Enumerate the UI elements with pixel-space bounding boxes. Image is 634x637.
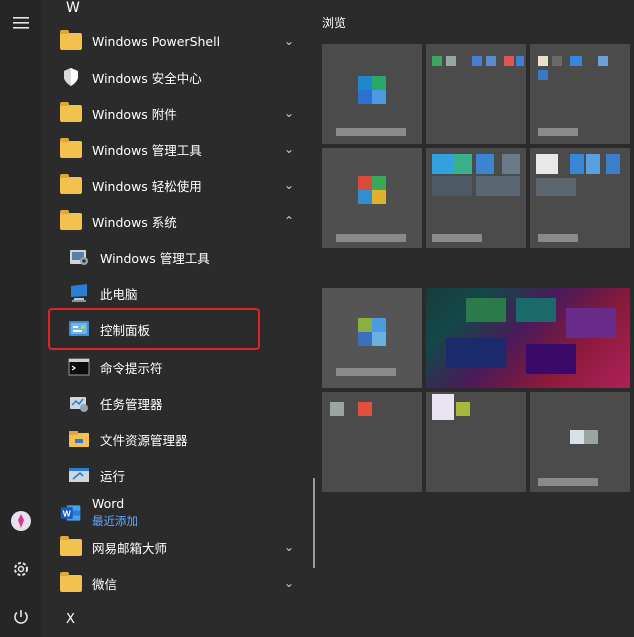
- folder-icon: [60, 571, 82, 593]
- folder-icon: [60, 137, 82, 159]
- tile[interactable]: [530, 148, 630, 248]
- app-label: 网易邮箱大师: [92, 540, 168, 556]
- control-panel-highlight: [48, 308, 260, 350]
- chevron-down-icon: ⌄: [284, 106, 295, 120]
- app-label: Windows PowerShell: [92, 33, 221, 49]
- app-task-manager[interactable]: 任务管理器: [42, 385, 304, 421]
- tile[interactable]: [426, 288, 630, 388]
- tile[interactable]: [322, 288, 422, 388]
- app-label: Windows 管理工具: [100, 250, 210, 266]
- section-title: 浏览: [322, 16, 347, 30]
- chevron-down-icon: ⌄: [284, 178, 295, 192]
- app-command-prompt[interactable]: 命令提示符: [42, 349, 304, 385]
- app-label: 此电脑: [100, 286, 138, 302]
- command-prompt-icon: [68, 357, 90, 377]
- svg-text:W: W: [63, 508, 71, 518]
- app-label: Word: [92, 496, 125, 511]
- app-label: Windows 轻松使用: [92, 178, 202, 194]
- tile[interactable]: [426, 44, 526, 144]
- app-label: 微信: [92, 576, 118, 592]
- tile[interactable]: [322, 148, 422, 248]
- app-label: Windows 附件: [92, 106, 177, 122]
- user-avatar-icon[interactable]: [6, 506, 36, 536]
- word-icon: W: [60, 503, 82, 523]
- folder-icon: [60, 101, 82, 123]
- task-manager-icon: [68, 393, 90, 413]
- app-label: 命令提示符: [100, 360, 163, 376]
- run-icon: [68, 465, 90, 485]
- app-this-pc[interactable]: 此电脑: [42, 275, 304, 311]
- app-folder-wechat[interactable]: 微信 ⌄: [42, 565, 304, 601]
- chevron-down-icon: ⌄: [284, 34, 295, 48]
- app-label: 运行: [100, 468, 126, 484]
- tile[interactable]: [322, 392, 422, 492]
- app-label: Windows 系统: [92, 214, 177, 230]
- app-label: 任务管理器: [100, 396, 163, 412]
- app-folder-windows-system[interactable]: Windows 系统 ⌃: [42, 203, 304, 239]
- chevron-up-icon: ⌃: [284, 214, 295, 228]
- app-folder-windows-ease-of-access[interactable]: Windows 轻松使用 ⌄: [42, 167, 304, 203]
- chevron-down-icon: ⌄: [284, 540, 295, 554]
- folder-icon: [60, 173, 82, 195]
- gear-icon[interactable]: [6, 554, 36, 584]
- app-run[interactable]: 运行: [42, 457, 304, 493]
- folder-icon: [60, 535, 82, 557]
- app-folder-netease-mail[interactable]: 网易邮箱大师 ⌄: [42, 529, 304, 565]
- app-windows-security[interactable]: Windows 安全中心: [42, 59, 304, 95]
- app-folder-windows-admin-tools[interactable]: Windows 管理工具 ⌄: [42, 131, 304, 167]
- group-letter-x[interactable]: X: [66, 612, 75, 627]
- chevron-down-icon: ⌄: [284, 142, 295, 156]
- computer-icon: [68, 283, 90, 303]
- power-icon[interactable]: [6, 602, 36, 632]
- chevron-down-icon: ⌄: [284, 576, 295, 590]
- app-label: 文件资源管理器: [100, 432, 188, 448]
- file-explorer-icon: [68, 429, 90, 449]
- tile[interactable]: [322, 44, 422, 144]
- app-windows-admin-tools[interactable]: Windows 管理工具: [42, 239, 304, 275]
- start-rail: [0, 0, 42, 637]
- admin-tools-icon: [68, 247, 90, 267]
- app-folder-windows-powershell[interactable]: Windows PowerShell ⌄: [42, 23, 304, 59]
- tile[interactable]: [426, 148, 526, 248]
- app-word[interactable]: W Word 最近添加: [42, 493, 304, 533]
- tiles-panel: 浏览: [318, 0, 634, 637]
- shield-icon: [60, 67, 82, 87]
- folder-icon: [60, 209, 82, 231]
- tile[interactable]: [530, 392, 630, 492]
- hamburger-icon[interactable]: [6, 8, 36, 38]
- app-file-explorer[interactable]: 文件资源管理器: [42, 421, 304, 457]
- app-label: Windows 安全中心: [92, 70, 202, 86]
- recently-added-badge: 最近添加: [92, 514, 138, 528]
- group-letter-w[interactable]: W: [66, 0, 80, 16]
- scrollbar[interactable]: [313, 478, 315, 568]
- tile[interactable]: [530, 44, 630, 144]
- folder-icon: [60, 29, 82, 51]
- app-folder-windows-accessories[interactable]: Windows 附件 ⌄: [42, 95, 304, 131]
- app-label: Windows 管理工具: [92, 142, 202, 158]
- tile[interactable]: [426, 392, 526, 492]
